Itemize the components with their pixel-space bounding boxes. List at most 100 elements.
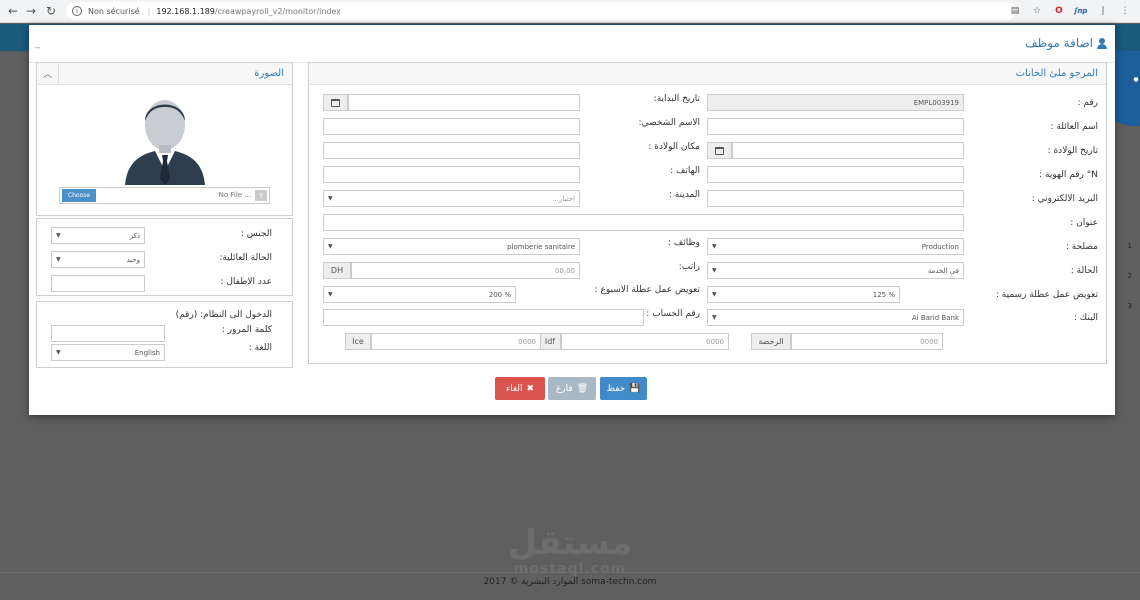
status-select[interactable]: ▼ في الخدمة [707, 262, 964, 279]
gender-select[interactable]: ▼ ذكر [51, 227, 145, 244]
idf-addon: Idf [539, 333, 561, 350]
birth-date-field[interactable] [732, 142, 964, 159]
chevron-down-icon: ▼ [712, 243, 717, 250]
children-count-field[interactable] [51, 275, 145, 292]
menu-separator-icon: | [1101, 6, 1105, 16]
language-value: English [134, 348, 160, 357]
marital-status-select[interactable]: ▼ وحيد [51, 251, 145, 268]
address-path: /creawpayroll_v2/monitor/index [214, 6, 342, 16]
login-panel: الدخول الى النظام: (رقم) كلمة المرور : ا… [36, 301, 293, 368]
ice-field[interactable]: 0000 [371, 333, 541, 350]
city-placeholder: ...اختيار [552, 194, 575, 203]
reload-icon[interactable]: ↻ [42, 2, 60, 20]
license-field[interactable]: 0000 [791, 333, 943, 350]
city-select[interactable]: ▼ ...اختيار [323, 190, 580, 207]
clear-label: فارغ [555, 383, 573, 394]
cancel-button[interactable]: ✖ الغاء [495, 377, 545, 400]
holiday-comp-select[interactable]: ▼ 125 % [707, 286, 900, 303]
minimize-button[interactable]: _ [35, 38, 40, 49]
department-select[interactable]: ▼ Production [707, 238, 964, 255]
cancel-label: الغاء [505, 383, 523, 394]
modal-header: اضافة موظف _ [29, 25, 1115, 63]
password-field[interactable] [51, 325, 165, 342]
chevron-down-icon: ▼ [328, 243, 333, 250]
language-select[interactable]: ▼ English [51, 344, 165, 361]
address-separator: | [147, 6, 151, 16]
weekend-comp-select[interactable]: ▼ 200 % [323, 286, 516, 303]
watermark: مستقل mostaql.com [495, 525, 645, 577]
start-date-calendar-button[interactable] [323, 94, 348, 111]
start-date-field[interactable] [348, 94, 580, 111]
address-bar[interactable]: i Non sécurisé | 192.168.1.189 /creawpay… [66, 2, 1016, 20]
job-value: plomberie sanitaire [507, 242, 575, 251]
salary-field[interactable]: 00,00 [351, 262, 580, 279]
chevron-down-icon: ▼ [56, 349, 61, 356]
user-icon [1097, 37, 1107, 49]
clear-button[interactable]: 🗑 فارغ [548, 377, 596, 400]
status-label: الحالة : [1070, 266, 1098, 276]
bank-select[interactable]: ▼ Al Barid Bank [707, 309, 964, 326]
gender-value: ذكر [129, 231, 140, 240]
chevron-down-icon: ▼ [328, 195, 333, 202]
birth-place-field[interactable] [323, 142, 580, 159]
salary-label: راتب: [678, 262, 700, 272]
first-name-field[interactable] [323, 118, 580, 135]
kebab-menu-icon[interactable]: ⋮ [1118, 4, 1132, 18]
license-addon: الرخصة [751, 333, 791, 350]
email-label: البريد الالكتروني : [1031, 194, 1098, 204]
choose-file-button[interactable]: Choose [62, 189, 96, 202]
number-label: رقم : [1077, 98, 1098, 108]
job-select[interactable]: ▼ plomberie sanitaire [323, 238, 580, 255]
address-field[interactable] [323, 214, 964, 231]
start-date-label: تاريخ البداية: [653, 94, 700, 104]
main-panel-header: المرجو ملئ الخانات [309, 63, 1106, 85]
star-icon[interactable]: ☆ [1030, 4, 1044, 18]
avatar-placeholder [125, 100, 205, 185]
back-arrow-icon[interactable]: ← [4, 2, 22, 20]
first-name-label: الاسم الشخصي: [638, 118, 700, 128]
translate-icon[interactable]: ▤ [1008, 4, 1022, 18]
number-field[interactable]: EMPL003919 [707, 94, 964, 111]
insecure-label: Non sécurisé [88, 6, 140, 16]
forward-arrow-icon[interactable]: → [22, 2, 40, 20]
photo-panel-title: الصورة [254, 68, 284, 79]
birth-date-calendar-button[interactable] [707, 142, 732, 159]
background-footer: الموارد البشرية © 2017 soma-techn.com [483, 577, 657, 587]
upload-icon[interactable]: ⇪ [255, 190, 267, 201]
job-label: وظائف : [668, 238, 700, 248]
marital-status-value: وحيد [126, 255, 141, 264]
chevron-up-icon[interactable]: ︿ [37, 63, 59, 84]
trash-icon: 🗑 [576, 383, 589, 394]
watermark-latin: mostaql.com [513, 561, 627, 577]
no-file-label: No File ... [218, 191, 251, 199]
bank-label: البنك : [1073, 313, 1098, 323]
holiday-comp-label: تعويض عمل عطلة رسمية : [995, 290, 1098, 300]
row-number: 3 [1127, 302, 1132, 310]
main-form-panel: المرجو ملئ الخانات رقم : اسم العائلة : ت… [308, 62, 1107, 364]
extension-icon[interactable]: ʃnp [1074, 4, 1088, 18]
department-label: مصلحة : [1065, 242, 1098, 252]
city-label: المدينة : [668, 190, 700, 200]
modal-title: اضافة موظف [1025, 36, 1107, 50]
add-employee-modal: اضافة موظف _ المرجو ملئ الخانات رقم : اس… [29, 25, 1115, 415]
idf-field[interactable]: 0000 [561, 333, 729, 350]
family-name-field[interactable] [707, 118, 964, 135]
opera-icon[interactable]: O [1052, 4, 1066, 18]
phone-label: الهاتف : [670, 166, 700, 176]
save-button[interactable]: 💾 حفظ [600, 377, 647, 400]
info-icon[interactable]: i [72, 6, 82, 16]
account-label: رقم الحساب : [646, 309, 700, 319]
email-field[interactable] [707, 190, 964, 207]
close-icon: ✖ [526, 383, 535, 394]
id-number-field[interactable] [707, 166, 964, 183]
phone-field[interactable] [323, 166, 580, 183]
chevron-down-icon: ▼ [712, 291, 717, 298]
weekend-comp-label: تعويض عمل عطلة الاسبوع : [594, 285, 700, 295]
children-count-label: عدد الاطفال : [220, 277, 273, 287]
photo-file-input[interactable]: Choose No File ... ⇪ [59, 187, 270, 204]
browser-toolbar: ← → ↻ i Non sécurisé | 192.168.1.189 /cr… [0, 0, 1140, 126]
row-number: 2 [1127, 272, 1132, 280]
calendar-icon [715, 146, 724, 155]
address-host: 192.168.1.189 [156, 6, 215, 16]
account-field[interactable] [323, 309, 644, 326]
